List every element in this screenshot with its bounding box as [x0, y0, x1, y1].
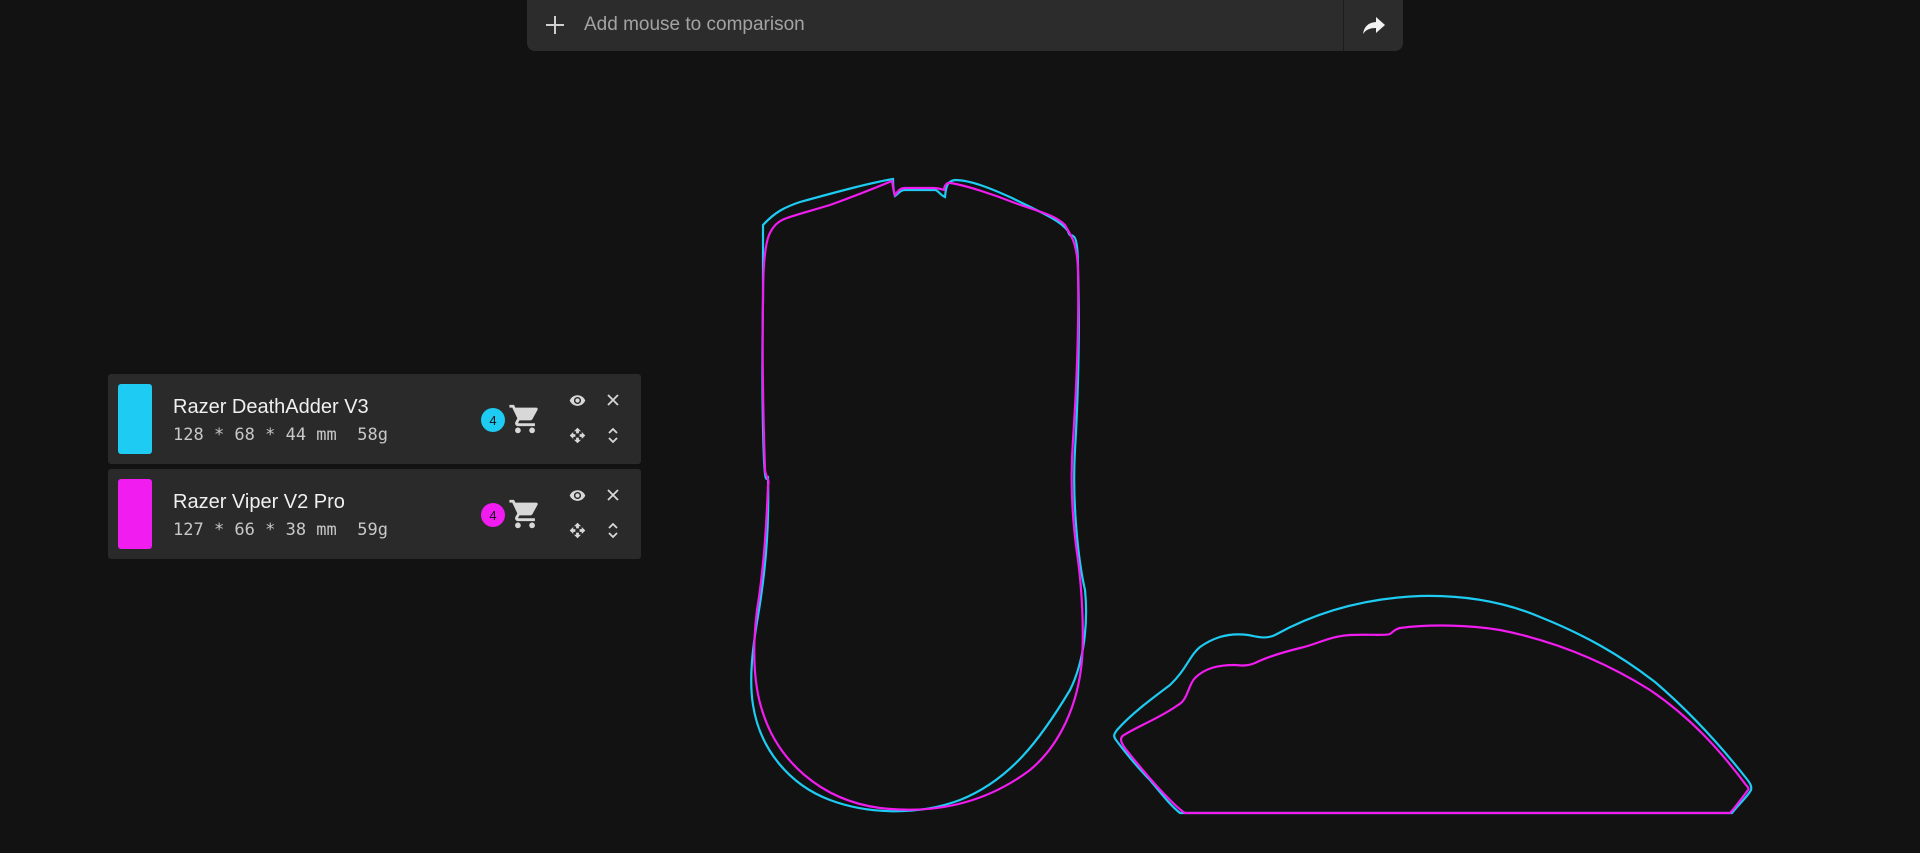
eye-icon — [569, 394, 585, 406]
toggle-visibility-button[interactable] — [567, 390, 587, 410]
remove-mouse-button[interactable] — [603, 390, 623, 410]
move-arrows-icon — [569, 427, 585, 443]
mouse-name: Razer DeathAdder V3 — [173, 396, 369, 418]
color-swatch[interactable] — [118, 479, 152, 549]
comparison-page: Razer DeathAdder V3 128 * 68 * 44 mm 58g… — [0, 0, 1920, 853]
top-view-outline-deathadder-v3 — [750, 177, 1088, 813]
top-view-outline-viper-v2-pro — [753, 179, 1084, 811]
move-arrows-icon — [569, 522, 585, 538]
reorder-button[interactable] — [603, 425, 623, 445]
add-mouse-field[interactable] — [527, 0, 1343, 51]
close-icon — [607, 394, 619, 406]
remove-mouse-button[interactable] — [603, 485, 623, 505]
mouse-specs: 127 * 66 * 38 mm 59g — [173, 520, 388, 540]
unfold-chevrons-icon — [608, 427, 618, 443]
unfold-chevrons-icon — [608, 522, 618, 538]
mouse-specs: 128 * 68 * 44 mm 58g — [173, 425, 388, 445]
add-mouse-input[interactable] — [584, 13, 1144, 36]
move-outline-button[interactable] — [567, 425, 587, 445]
shop-count-badge: 4 — [481, 503, 505, 527]
shopping-cart-icon — [509, 499, 538, 529]
comparison-list: Razer DeathAdder V3 128 * 68 * 44 mm 58g… — [108, 374, 641, 564]
side-view-outline-viper-v2-pro — [1119, 624, 1750, 815]
share-arrow-icon — [1362, 16, 1385, 34]
color-swatch[interactable] — [118, 384, 152, 454]
share-button[interactable] — [1343, 0, 1403, 51]
shop-count-badge: 4 — [481, 408, 505, 432]
comparison-search-bar — [527, 0, 1403, 51]
mouse-card-viper-v2-pro: Razer Viper V2 Pro 127 * 66 * 38 mm 59g … — [108, 469, 641, 559]
mouse-name: Razer Viper V2 Pro — [173, 491, 345, 513]
side-view-outline-deathadder-v3 — [1113, 594, 1753, 815]
mouse-card-deathadder-v3: Razer DeathAdder V3 128 * 68 * 44 mm 58g… — [108, 374, 641, 464]
move-outline-button[interactable] — [567, 520, 587, 540]
toggle-visibility-button[interactable] — [567, 485, 587, 505]
shop-button[interactable] — [508, 497, 542, 531]
plus-icon — [546, 15, 564, 34]
reorder-button[interactable] — [603, 520, 623, 540]
close-icon — [607, 489, 619, 501]
shopping-cart-icon — [509, 404, 538, 434]
eye-icon — [569, 489, 585, 501]
shop-button[interactable] — [508, 402, 542, 436]
